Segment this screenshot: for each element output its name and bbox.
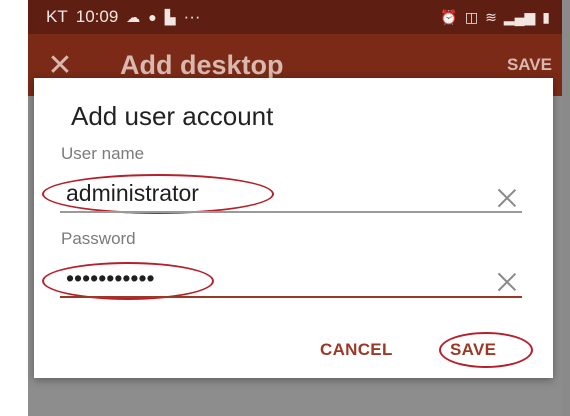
carrier-label: KT — [46, 7, 68, 26]
password-clear-icon[interactable] — [496, 271, 518, 293]
battery-icon: ▮ — [542, 9, 550, 25]
app-save-button[interactable]: SAVE — [507, 55, 552, 75]
cancel-button[interactable]: CANCEL — [320, 340, 393, 360]
username-underline — [60, 211, 522, 213]
alarm-icon: ⏰ — [440, 9, 458, 25]
add-user-account-dialog: Add user account User name administrator… — [34, 78, 553, 378]
notification-icon: ▙ — [164, 9, 176, 25]
chat-bubble-icon: ● — [148, 9, 157, 25]
password-underline — [60, 296, 522, 298]
cloud-icon: ☁ — [126, 9, 141, 25]
more-notifications: ··· — [183, 7, 201, 26]
app-title: Add desktop — [120, 49, 284, 80]
signal-icon: ▂▄▆ — [503, 9, 536, 25]
left-margin — [0, 0, 28, 416]
clock: 10:09 — [75, 7, 119, 26]
username-input[interactable]: administrator — [66, 180, 199, 207]
dialog-title: Add user account — [71, 101, 274, 131]
password-label: Password — [61, 229, 136, 248]
status-bar: KT 10:09 ☁ ● ▙ ··· ⏰ ◫ ≋ ▂▄▆ ▮ — [28, 0, 562, 34]
hd-icon: ◫ — [464, 9, 479, 25]
username-clear-icon[interactable] — [496, 187, 518, 209]
save-button[interactable]: SAVE — [450, 340, 496, 360]
wifi-icon: ≋ — [485, 9, 497, 25]
password-input[interactable]: ••••••••••• — [66, 265, 155, 292]
username-label: User name — [61, 144, 145, 163]
